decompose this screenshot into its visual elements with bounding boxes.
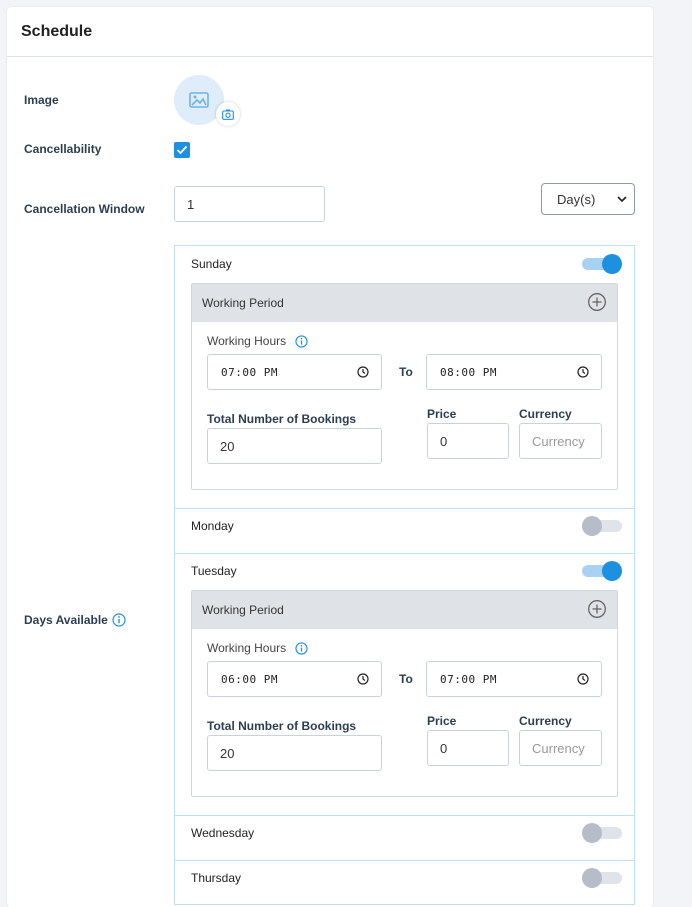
page-title: Schedule (21, 23, 93, 40)
cancellation-unit-select[interactable]: Day(s) (541, 183, 635, 215)
working-hours-label: Working Hours (207, 334, 287, 348)
cancellability-checkbox[interactable] (174, 142, 190, 158)
clock-icon (357, 366, 369, 378)
to-label: To (399, 365, 413, 379)
working-period-header: Working Period (192, 591, 617, 629)
currency-label: Currency (519, 407, 572, 421)
add-period-icon[interactable] (587, 292, 607, 312)
price-label: Price (427, 407, 457, 421)
day-name: Monday (191, 519, 234, 533)
end-time-input[interactable]: 08:00 PM (426, 354, 602, 390)
add-period-icon[interactable] (587, 599, 607, 619)
start-time-input[interactable]: 07:00 PM (207, 354, 382, 390)
image-label: Image (24, 93, 59, 107)
bookings-input[interactable]: 20 (207, 428, 382, 464)
clock-icon (577, 673, 589, 685)
working-period-tuesday: Working Period Working Hours 06:00 PM To… (191, 590, 618, 797)
start-time-value: 06:00 PM (221, 672, 278, 686)
day-wednesday: Wednesday (175, 815, 634, 860)
day-sunday: Sunday Working Period Working Hours 07:0… (175, 246, 634, 508)
bookings-input[interactable]: 20 (207, 735, 382, 771)
cancellability-label: Cancellability (24, 142, 102, 156)
day-name: Tuesday (191, 564, 237, 578)
price-label: Price (427, 714, 457, 728)
cancellation-window-input[interactable]: 1 (174, 186, 325, 222)
days-available-label: Days Available (24, 613, 108, 627)
monday-toggle[interactable] (582, 516, 622, 536)
day-name: Wednesday (191, 826, 255, 840)
working-period-sunday: Working Period Working Hours 07:00 PM To… (191, 283, 618, 490)
bookings-label: Total Number of Bookings (207, 412, 357, 426)
currency-input[interactable]: Currency (519, 423, 602, 459)
info-icon[interactable] (112, 613, 126, 627)
end-time-value: 08:00 PM (440, 365, 497, 379)
start-time-input[interactable]: 06:00 PM (207, 661, 382, 697)
chevron-down-icon (617, 196, 627, 203)
price-input[interactable]: 0 (427, 730, 509, 766)
day-monday: Monday (175, 508, 634, 553)
currency-label: Currency (519, 714, 572, 728)
sunday-toggle[interactable] (582, 254, 622, 274)
end-time-value: 07:00 PM (440, 672, 497, 686)
working-period-header: Working Period (192, 284, 617, 322)
camera-icon (222, 109, 234, 120)
price-input[interactable]: 0 (427, 423, 509, 459)
thursday-toggle[interactable] (582, 868, 622, 888)
days-available-list: Sunday Working Period Working Hours 07:0… (174, 245, 635, 905)
currency-input[interactable]: Currency (519, 730, 602, 766)
info-icon[interactable] (295, 335, 308, 348)
image-placeholder-icon (189, 92, 209, 108)
cancellation-unit-value: Day(s) (557, 191, 596, 207)
info-icon[interactable] (295, 642, 308, 655)
checkmark-icon (176, 145, 188, 155)
day-tuesday: Tuesday Working Period Working Hours 06:… (175, 553, 634, 815)
camera-upload-button[interactable] (216, 102, 240, 126)
wednesday-toggle[interactable] (582, 823, 622, 843)
day-thursday: Thursday (175, 860, 634, 905)
day-name: Sunday (191, 257, 232, 271)
working-period-title: Working Period (202, 603, 284, 617)
working-hours-label: Working Hours (207, 641, 287, 655)
working-period-title: Working Period (202, 296, 284, 310)
end-time-input[interactable]: 07:00 PM (426, 661, 602, 697)
clock-icon (357, 673, 369, 685)
tuesday-toggle[interactable] (582, 561, 622, 581)
start-time-value: 07:00 PM (221, 365, 278, 379)
clock-icon (577, 366, 589, 378)
to-label: To (399, 672, 413, 686)
cancellation-window-label: Cancellation Window (24, 202, 145, 216)
day-name: Thursday (191, 871, 242, 885)
card-header: Schedule (7, 7, 653, 57)
schedule-card: Schedule Image Cancellability Cancellati… (7, 7, 653, 907)
bookings-label: Total Number of Bookings (207, 719, 357, 733)
